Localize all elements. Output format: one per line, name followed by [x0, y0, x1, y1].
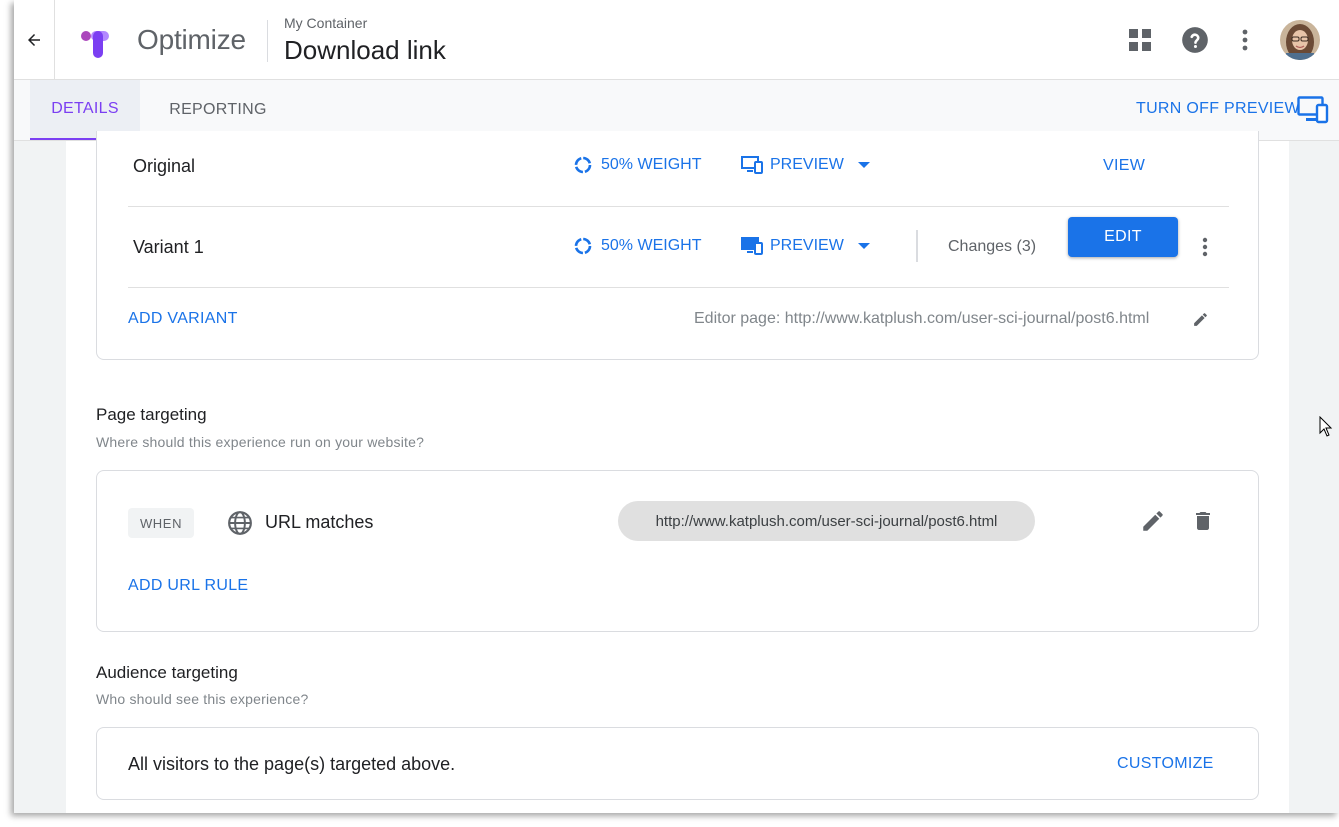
variants-card: Original 50% WEIGHT PREVIEW VIEW Variant… [96, 131, 1259, 360]
add-variant-button[interactable]: ADD VARIANT [128, 310, 238, 328]
weight-button-original[interactable]: 50% WEIGHT [574, 156, 701, 174]
customize-button[interactable]: CUSTOMIZE [1117, 755, 1214, 773]
avatar-image [1280, 20, 1320, 60]
row-divider [128, 287, 1229, 288]
container-name: My Container [284, 15, 368, 31]
arrow-back-icon [28, 34, 40, 46]
app-header: Optimize My Container Download link [14, 0, 1339, 80]
weight-donut-icon [574, 156, 592, 174]
preview-dropdown-original[interactable]: PREVIEW [741, 156, 871, 174]
changes-count[interactable]: Changes (3) [948, 238, 1036, 256]
audience-targeting-subtitle: Who should see this experience? [96, 691, 309, 707]
row-divider [128, 206, 1229, 207]
preview-label: PREVIEW [770, 237, 844, 254]
more-vert-icon [1242, 29, 1248, 51]
avatar[interactable] [1280, 20, 1320, 60]
app-window: Optimize My Container Download link DETA… [14, 0, 1339, 813]
help-icon [1182, 27, 1208, 53]
more-options-button[interactable] [1229, 24, 1261, 56]
audience-targeting-title: Audience targeting [96, 663, 238, 682]
preview-dropdown-variant-1[interactable]: PREVIEW [741, 237, 871, 255]
product-name: Optimize [137, 24, 246, 55]
when-chip: WHEN [128, 508, 194, 538]
weight-label: 50% WEIGHT [601, 156, 702, 173]
more-vert-icon[interactable] [1202, 237, 1208, 257]
editor-page-url: Editor page: http://www.katplush.com/use… [694, 310, 1150, 327]
page-targeting-title: Page targeting [96, 405, 207, 424]
devices-icon[interactable] [1297, 96, 1329, 124]
edit-pencil-icon[interactable] [1192, 311, 1209, 328]
url-condition[interactable]: URL matches [265, 512, 373, 533]
mouse-cursor-icon [1319, 416, 1333, 437]
devices-icon [741, 156, 763, 174]
view-button[interactable]: VIEW [1103, 157, 1145, 175]
vertical-divider [916, 230, 918, 262]
dropdown-arrow-icon [857, 162, 870, 168]
audience-targeting-card: All visitors to the page(s) targeted abo… [96, 727, 1259, 800]
page-targeting-card: WHEN URL matches http://www.katplush.com… [96, 470, 1259, 632]
weight-button-variant-1[interactable]: 50% WEIGHT [574, 237, 701, 255]
optimize-logo-icon [81, 31, 109, 58]
globe-icon [228, 511, 252, 535]
devices-icon [741, 237, 763, 255]
audience-summary: All visitors to the page(s) targeted abo… [128, 754, 456, 774]
delete-trash-icon[interactable] [1191, 508, 1215, 534]
help-button[interactable] [1179, 24, 1211, 56]
variant-name-variant-1: Variant 1 [133, 237, 204, 257]
weight-donut-icon [574, 237, 592, 255]
variant-name-original: Original [133, 156, 196, 176]
experience-title[interactable]: Download link [284, 35, 446, 66]
header-divider [267, 20, 268, 62]
back-button[interactable] [14, 0, 55, 80]
dropdown-arrow-icon [857, 243, 870, 249]
apps-grid-icon [1129, 29, 1151, 51]
preview-label: PREVIEW [770, 156, 844, 173]
page-targeting-subtitle: Where should this experience run on your… [96, 434, 425, 450]
weight-label: 50% WEIGHT [601, 237, 702, 254]
add-url-rule-button[interactable]: ADD URL RULE [128, 577, 248, 595]
turn-off-preview-button[interactable]: TURN OFF PREVIEW [1136, 100, 1300, 118]
edit-pencil-icon[interactable] [1140, 508, 1166, 534]
edit-button[interactable]: EDIT [1068, 217, 1178, 257]
apps-grid-button[interactable] [1124, 24, 1156, 56]
url-value-chip[interactable]: http://www.katplush.com/user-sci-journal… [618, 501, 1035, 541]
main-content: Original 50% WEIGHT PREVIEW VIEW Variant… [66, 131, 1289, 813]
